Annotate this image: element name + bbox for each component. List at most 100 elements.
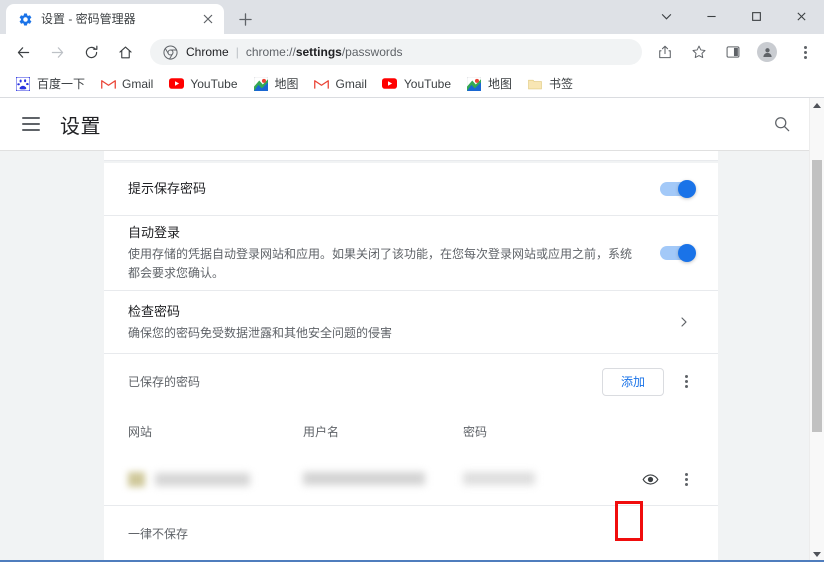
settings-row-check-passwords[interactable]: 检查密码 确保您的密码免受数据泄露和其他安全问题的侵害 xyxy=(104,291,718,354)
settings-gear-icon xyxy=(17,11,33,27)
baidu-icon xyxy=(15,76,31,92)
toggle-knob xyxy=(678,180,696,198)
browser-menu-button[interactable] xyxy=(787,38,815,66)
side-panel-icon[interactable] xyxy=(719,38,747,66)
youtube-icon xyxy=(168,76,184,92)
column-header-username: 用户名 xyxy=(303,424,340,439)
password-row-actions xyxy=(604,465,700,493)
kebab-icon xyxy=(791,38,819,66)
bookmark-label: Gmail xyxy=(122,76,154,91)
window-controls xyxy=(644,0,824,32)
row-subtitle: 确保您的密码免受数据泄露和其他安全问题的侵害 xyxy=(128,325,393,340)
settings-row-auto-signin[interactable]: 自动登录 使用存储的凭据自动登录网站和应用。如果关闭了该功能，在您每次登录网站或… xyxy=(104,216,718,291)
reload-button[interactable] xyxy=(77,38,105,66)
scrollbar-thumb[interactable] xyxy=(812,160,822,432)
omnibox-scheme-label: Chrome xyxy=(186,45,229,59)
username-redacted xyxy=(303,472,425,486)
passwords-table-header: 网站 用户名 密码 xyxy=(104,409,718,453)
address-bar[interactable]: Chrome | chrome://settings/passwords xyxy=(150,39,642,65)
settings-row-offer-to-save[interactable]: 提示保存密码 xyxy=(104,163,718,216)
password-row-site xyxy=(128,471,303,487)
toggle-offer-to-save[interactable] xyxy=(660,180,696,198)
bookmark-item-maps-2[interactable]: 地图 xyxy=(459,73,519,95)
row-title: 检查密码 xyxy=(128,303,181,319)
chevron-right-icon[interactable] xyxy=(674,316,694,328)
bookmark-item-gmail-1[interactable]: Gmail xyxy=(93,73,160,95)
password-table-row[interactable] xyxy=(104,453,718,505)
password-row-username xyxy=(303,470,463,488)
bookmark-label: 书签 xyxy=(549,77,574,91)
youtube-icon xyxy=(382,76,398,92)
row-title: 提示保存密码 xyxy=(128,181,207,196)
tab-title: 设置 - 密码管理器 xyxy=(41,12,136,26)
scroll-up-arrow-icon[interactable] xyxy=(810,98,824,113)
page-scrollbar[interactable] xyxy=(809,98,824,562)
show-password-button[interactable] xyxy=(636,465,664,493)
toggle-auto-signin[interactable] xyxy=(660,244,696,262)
settings-top-bar: 设置 xyxy=(0,98,824,150)
maps-icon xyxy=(253,76,269,92)
profile-avatar[interactable] xyxy=(753,38,781,66)
saved-passwords-header: 已保存的密码 添加 xyxy=(104,354,718,409)
bookmark-label: Gmail xyxy=(335,76,367,91)
bookmark-item-baidu[interactable]: 百度一下 xyxy=(8,73,92,95)
clipped-settings-row: 保存密码、自动填充密码等内容，随时随地保持同步 xyxy=(104,151,718,161)
chrome-icon xyxy=(162,44,178,60)
folder-icon xyxy=(527,76,543,92)
minimize-icon[interactable] xyxy=(689,0,734,32)
omnibox-url-suffix: /passwords xyxy=(341,45,403,59)
site-favicon-redacted xyxy=(128,471,145,487)
column-header-site: 网站 xyxy=(128,424,153,439)
browser-toolbar: Chrome | chrome://settings/passwords xyxy=(0,34,824,70)
saved-passwords-menu-button[interactable] xyxy=(672,368,700,396)
close-icon[interactable] xyxy=(779,0,824,32)
bookmark-label: YouTube xyxy=(190,76,238,91)
page-title: 设置 xyxy=(60,115,101,138)
bookmark-label: 地图 xyxy=(488,77,513,91)
saved-passwords-title: 已保存的密码 xyxy=(128,375,201,389)
bookmark-star-icon[interactable] xyxy=(685,38,713,66)
row-subtitle: 使用存储的凭据自动登录网站和应用。如果关闭了该功能，在您每次登录网站或应用之前，… xyxy=(128,247,633,280)
avatar xyxy=(757,42,777,62)
back-button[interactable] xyxy=(9,38,37,66)
bookmark-item-youtube-2[interactable]: YouTube xyxy=(375,73,458,95)
tab-strip: 设置 - 密码管理器 xyxy=(0,0,824,34)
add-password-button[interactable]: 添加 xyxy=(602,367,664,396)
browser-window: 设置 - 密码管理器 Chrome | chrome://settings/pa… xyxy=(0,0,824,562)
omnibox-separator: | xyxy=(235,45,239,59)
home-button[interactable] xyxy=(111,38,139,66)
bookmark-item-maps-1[interactable]: 地图 xyxy=(246,73,306,95)
settings-content: 保存密码、自动填充密码等内容，随时随地保持同步 提示保存密码 自动登录 使用存储… xyxy=(0,151,824,562)
column-header-password: 密码 xyxy=(463,424,488,439)
tab-close-icon[interactable] xyxy=(200,11,216,27)
hamburger-icon[interactable] xyxy=(22,113,44,135)
bookmark-item-gmail-2[interactable]: Gmail xyxy=(307,73,374,95)
forward-button[interactable] xyxy=(43,38,71,66)
bookmarks-bar: 百度一下 Gmail YouTube 地图 Gmail YouTube 地图 书… xyxy=(0,70,824,98)
omnibox-url-strong: settings xyxy=(295,45,342,59)
bookmark-item-youtube-1[interactable]: YouTube xyxy=(161,73,244,95)
browser-tab-active[interactable]: 设置 - 密码管理器 xyxy=(6,4,224,34)
gmail-icon xyxy=(314,76,330,92)
never-saved-section: 一律不保存 xyxy=(104,505,718,561)
password-redacted xyxy=(463,472,535,486)
password-row-menu-button[interactable] xyxy=(672,465,700,493)
maximize-icon[interactable] xyxy=(734,0,779,32)
row-text-block: 自动登录 使用存储的凭据自动登录网站和应用。如果关闭了该功能，在您每次登录网站或… xyxy=(128,223,640,283)
bookmark-label: YouTube xyxy=(403,76,452,91)
bookmark-label: 地图 xyxy=(274,77,299,91)
row-text-block: 提示保存密码 xyxy=(128,179,640,199)
search-icon[interactable] xyxy=(770,112,794,136)
new-tab-button[interactable] xyxy=(231,5,259,33)
row-text-block: 检查密码 确保您的密码免受数据泄露和其他安全问题的侵害 xyxy=(128,302,654,343)
share-icon[interactable] xyxy=(651,38,679,66)
eye-icon xyxy=(642,473,658,485)
omnibox-url-prefix: chrome:// xyxy=(245,45,296,59)
password-row-password xyxy=(463,470,604,488)
site-name-redacted xyxy=(155,472,250,486)
bookmark-folder-shuqian[interactable]: 书签 xyxy=(520,73,580,95)
gmail-icon xyxy=(100,76,116,92)
header-divider xyxy=(0,150,824,151)
tab-search-chevron-down-icon[interactable] xyxy=(644,0,689,32)
bookmark-label: 百度一下 xyxy=(37,77,86,91)
